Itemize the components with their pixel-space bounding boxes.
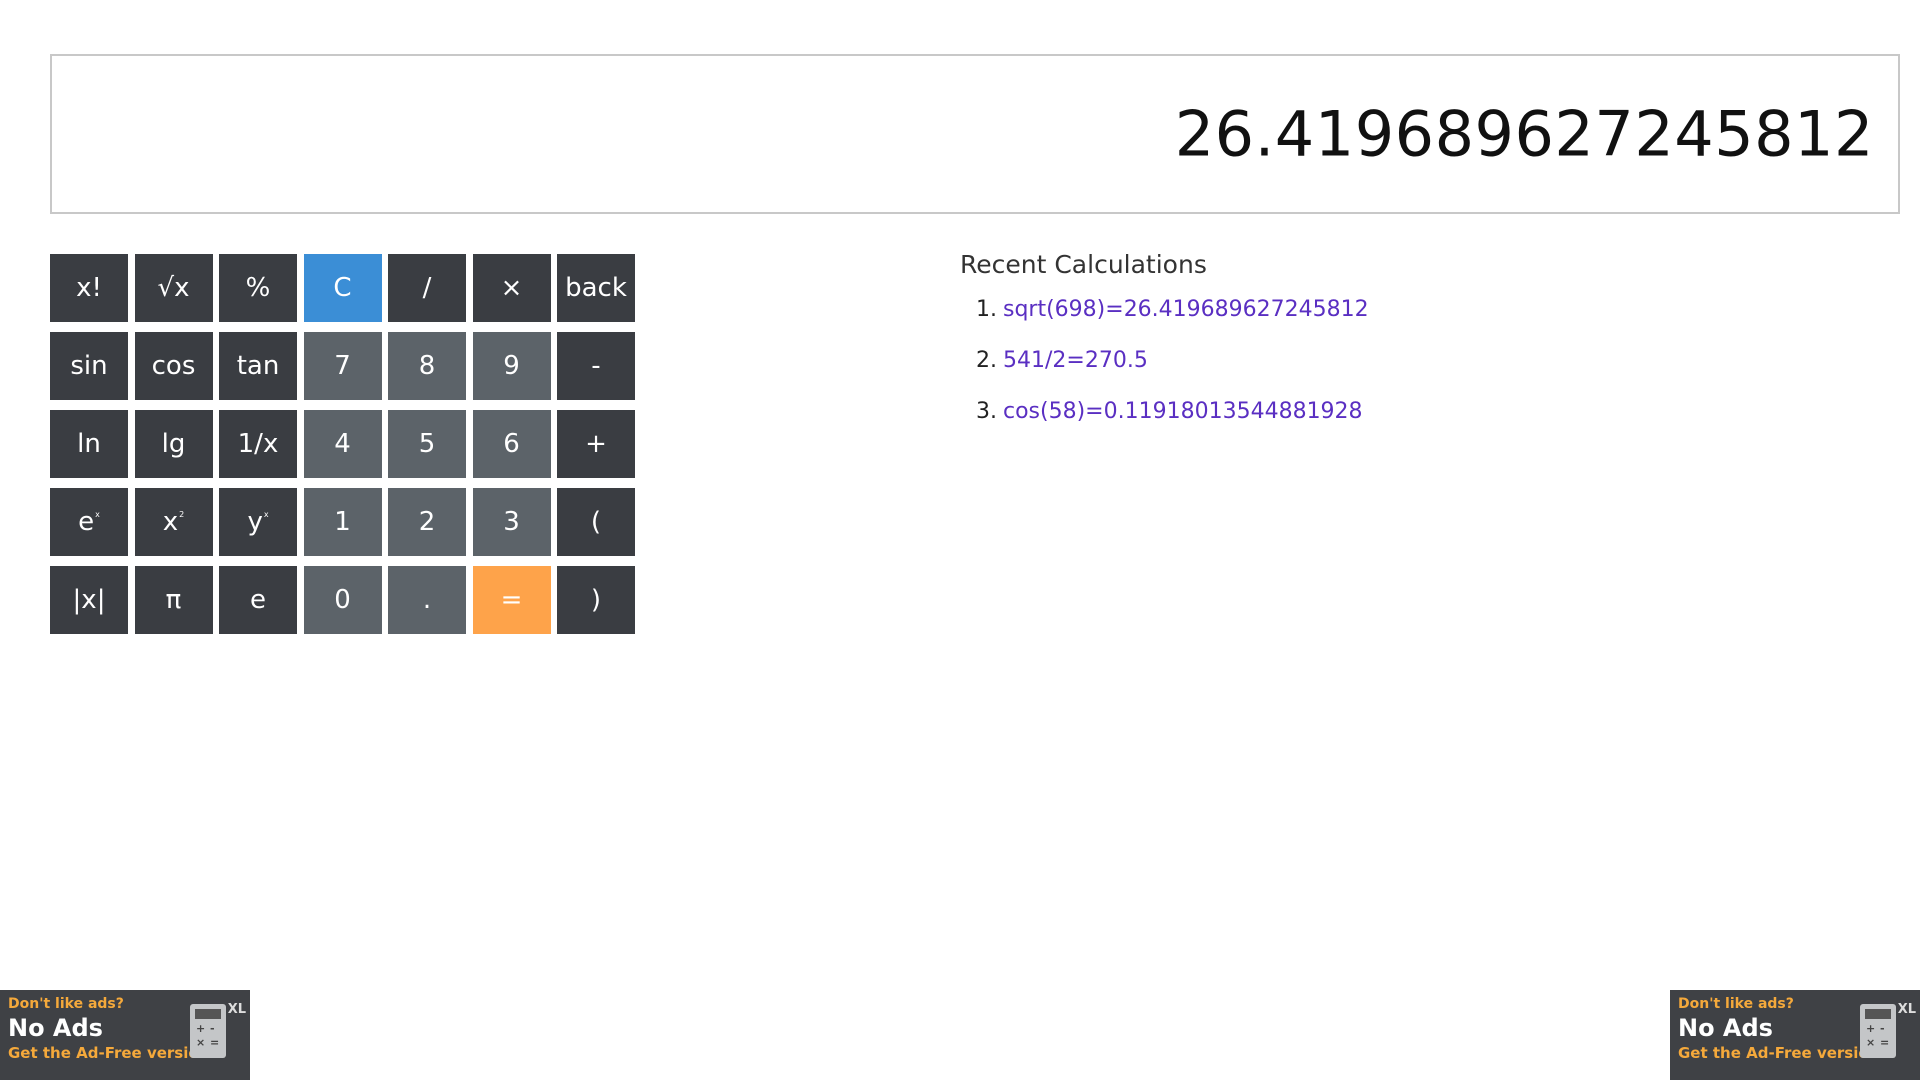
digit-1-button[interactable]: 1 <box>303 488 382 556</box>
key-label: / <box>422 273 432 303</box>
tan-button[interactable]: tan <box>219 332 297 400</box>
display-value: 26.419689627245812 <box>1174 97 1874 171</box>
close-paren-button[interactable]: ) <box>557 566 635 634</box>
key-label: 6 <box>503 429 520 459</box>
add-button[interactable]: + <box>557 410 635 478</box>
reciprocal-button[interactable]: 1/x <box>219 410 297 478</box>
digit-0-button[interactable]: 0 <box>303 566 382 634</box>
key-label: 2 <box>418 507 436 537</box>
digit-6-button[interactable]: 6 <box>472 410 551 478</box>
calculator-icon: + - × = <box>190 1004 226 1058</box>
key-label: e <box>250 585 266 615</box>
pi-button[interactable]: π <box>134 566 213 634</box>
key-label: C <box>333 273 352 303</box>
backspace-button[interactable]: back <box>557 254 635 322</box>
key-label: cos <box>151 351 196 381</box>
key-label: 8 <box>418 351 436 381</box>
ad-badge: XL <box>1897 1002 1916 1017</box>
exp-button[interactable]: ex <box>50 488 128 556</box>
key-superscript: 2 <box>179 509 185 519</box>
key-label: 3 <box>503 507 520 537</box>
cos-button[interactable]: cos <box>134 332 213 400</box>
key-label: sin <box>70 351 108 381</box>
clear-button[interactable]: C <box>303 254 382 322</box>
recent-calculations-title: Recent Calculations <box>960 250 1207 279</box>
key-label: = <box>500 585 523 615</box>
key-superscript: x <box>95 509 100 519</box>
digit-9-button[interactable]: 9 <box>472 332 551 400</box>
abs-button[interactable]: |x| <box>50 566 128 634</box>
equals-button[interactable]: = <box>472 566 551 634</box>
recent-calculations-panel: Recent Calculations 1. sqrt(698)=26.4196… <box>960 250 1369 450</box>
recent-item-link[interactable]: 541/2=270.5 <box>1003 348 1148 373</box>
multiply-button[interactable]: × <box>472 254 551 322</box>
recent-item[interactable]: 1. sqrt(698)=26.419689627245812 <box>976 297 1369 322</box>
recent-item-number: 1. <box>976 297 997 322</box>
key-superscript: x <box>263 509 269 519</box>
ad-banner-right[interactable]: Don't like ads? No Ads Get the Ad-Free v… <box>1670 990 1920 1080</box>
key-label: + <box>585 429 607 459</box>
key-label: √x <box>157 273 190 303</box>
square-button[interactable]: x2 <box>134 488 213 556</box>
key-label: . <box>422 585 432 615</box>
lg-button[interactable]: lg <box>134 410 213 478</box>
key-label: 5 <box>418 429 436 459</box>
digit-2-button[interactable]: 2 <box>388 488 466 556</box>
recent-item-link[interactable]: sqrt(698)=26.419689627245812 <box>1003 297 1369 322</box>
digit-3-button[interactable]: 3 <box>472 488 551 556</box>
recent-calculations-list: 1. sqrt(698)=26.419689627245812 2. 541/2… <box>960 297 1369 424</box>
digit-7-button[interactable]: 7 <box>303 332 382 400</box>
sqrt-button[interactable]: √x <box>134 254 213 322</box>
sin-button[interactable]: sin <box>50 332 128 400</box>
digit-8-button[interactable]: 8 <box>388 332 466 400</box>
key-label: ( <box>590 507 602 537</box>
key-label: tan <box>236 351 280 381</box>
subtract-button[interactable]: - <box>557 332 635 400</box>
key-label: 4 <box>334 429 351 459</box>
digit-5-button[interactable]: 5 <box>388 410 466 478</box>
key-label: 7 <box>334 351 351 381</box>
key-label: ln <box>77 429 101 459</box>
decimal-button[interactable]: . <box>388 566 466 634</box>
recent-item-number: 2. <box>976 348 997 373</box>
key-label: 1/x <box>237 429 279 459</box>
key-label: x! <box>76 273 102 303</box>
key-label: x <box>162 507 179 537</box>
result-display: 26.419689627245812 <box>50 54 1900 214</box>
key-label: 1 <box>334 507 351 537</box>
recent-item-link[interactable]: cos(58)=0.11918013544881928 <box>1003 399 1363 424</box>
key-label: - <box>591 351 601 381</box>
percent-button[interactable]: % <box>219 254 297 322</box>
key-label: e <box>78 507 95 537</box>
key-label: 9 <box>503 351 520 381</box>
key-label: y <box>247 507 263 537</box>
key-label: π <box>165 585 182 615</box>
key-label: ) <box>590 585 602 615</box>
ad-badge: XL <box>227 1002 246 1017</box>
recent-item-number: 3. <box>976 399 997 424</box>
ln-button[interactable]: ln <box>50 410 128 478</box>
key-label: back <box>565 273 627 303</box>
ad-banner-left[interactable]: Don't like ads? No Ads Get the Ad-Free v… <box>0 990 250 1080</box>
power-button[interactable]: yx <box>219 488 297 556</box>
key-label: |x| <box>72 585 106 615</box>
key-label: lg <box>161 429 186 459</box>
factorial-button[interactable]: x! <box>50 254 128 322</box>
key-label: % <box>245 273 271 303</box>
key-label: 0 <box>334 585 351 615</box>
divide-button[interactable]: / <box>388 254 466 322</box>
open-paren-button[interactable]: ( <box>557 488 635 556</box>
recent-item[interactable]: 2. 541/2=270.5 <box>976 348 1369 373</box>
calculator-icon: + - × = <box>1860 1004 1896 1058</box>
key-label: × <box>500 273 523 303</box>
euler-button[interactable]: e <box>219 566 297 634</box>
recent-item[interactable]: 3. cos(58)=0.11918013544881928 <box>976 399 1369 424</box>
digit-4-button[interactable]: 4 <box>303 410 382 478</box>
keypad: x! √x% C / × back sin cos tan 7 8 9- ln lg 1/x 4 5 6 + e x x 2… <box>50 254 635 634</box>
